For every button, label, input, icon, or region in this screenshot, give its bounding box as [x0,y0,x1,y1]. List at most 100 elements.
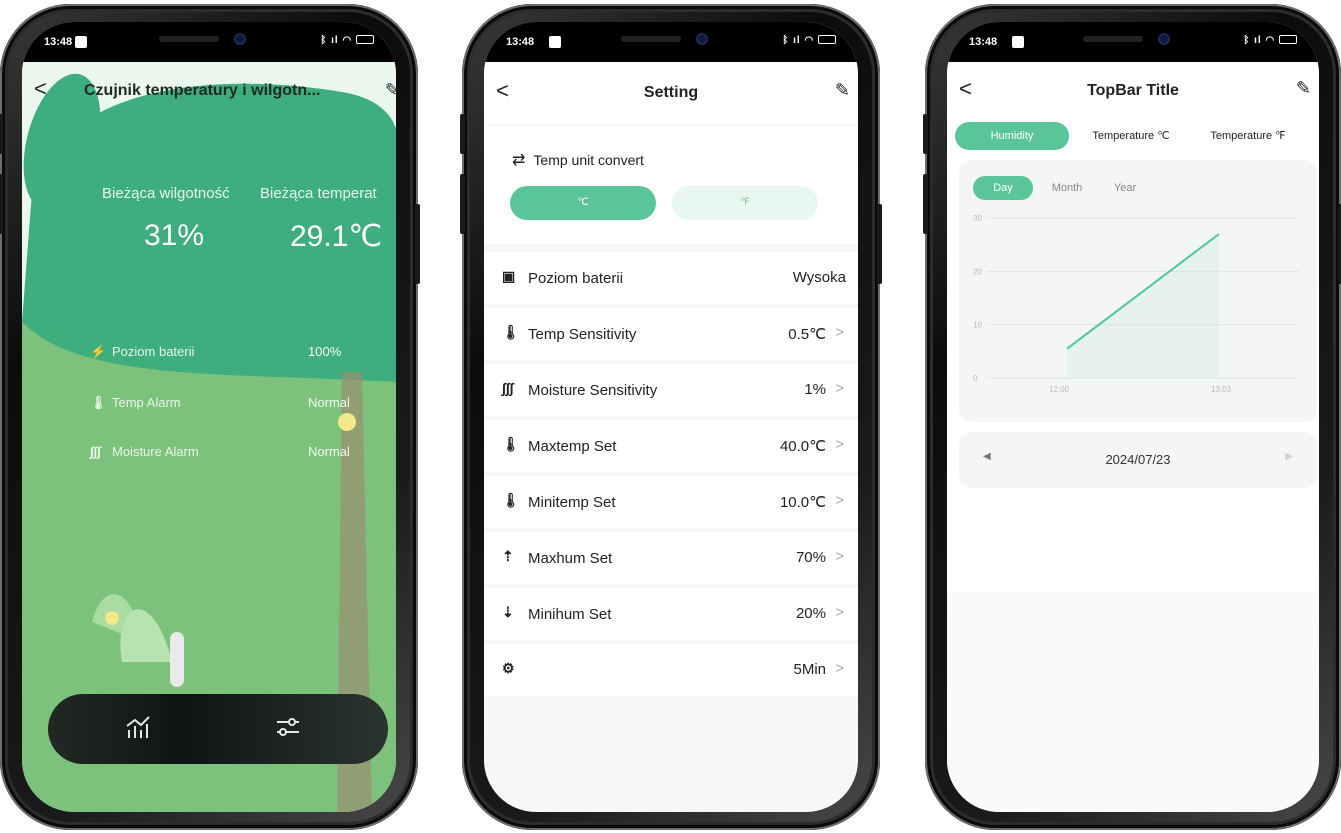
x-tick-label: 12:00 [1049,385,1070,394]
setting-label: Poziom baterii [528,270,624,287]
chevron-right-icon: > [835,660,844,677]
temp-alarm-label: Temp Alarm [112,395,181,410]
next-date-icon[interactable]: ▶ [1285,451,1293,462]
moisture-alarm-label: Moisture Alarm [112,444,199,459]
battery-icon: ▣ [502,268,516,284]
tab-temperature-f[interactable]: Temperature ℉ [1193,122,1303,150]
setting-value: 40.0℃ [779,438,826,455]
series-area [1067,234,1219,378]
period-month[interactable]: Month [1041,176,1093,200]
date-navigator: ◀ 2024/07/23 ▶ [959,432,1317,488]
thermometer-up-icon: 🌡︎ [502,436,520,452]
settings-screen: 13:48 ᛒ ıl ◠ < Setting ✎ ⇄ Temp unit conv… [484,22,858,812]
chevron-right-icon: > [835,324,844,341]
settings-header: < Setting ✎ [484,62,858,124]
chevron-right-icon: > [835,492,844,509]
setting-value: 10.0℃ [779,494,826,511]
status-bar: 13:48 ᛒ ıl ◠ [484,22,858,62]
status-time: 13:48 [969,36,998,48]
period-day[interactable]: Day [973,176,1033,200]
setting-battery: ▣ Poziom baterii Wysoka [484,252,858,304]
temp-alarm-value: Normal [308,395,350,410]
chart-screen: 13:48 ᛒ ıl ◠ < TopBar Title ✎ Humidity T… [947,22,1319,812]
battery-value: 100% [308,344,342,359]
humidity-label: Bieżąca wilgotność [102,185,230,202]
x-tick-label: 13:03 [1211,385,1232,394]
page-title: Czujnik temperatury i wilgotn... [84,82,321,99]
chevron-right-icon: > [835,548,844,565]
moisture-icon: ∫∫∫ [90,444,101,459]
back-icon[interactable]: < [34,76,47,102]
page-title: Setting [643,84,699,101]
page-title: TopBar Title [1087,82,1179,99]
setting-label: Minitemp Set [528,494,616,511]
setting-label: Temp Sensitivity [528,326,637,343]
moisture-icon: ∫∫∫ [502,380,514,396]
convert-icon: ⇄ [512,152,526,169]
status-bar: 13:48 ᛒ ıl ◠ [947,22,1319,62]
thermometer-icon: 🌡︎ [90,395,107,410]
y-tick-label: 20 [973,267,982,276]
temperature-label: Bieżąca temperat [260,185,377,202]
setting-value: 70% [795,549,826,566]
status-bar: 13:48 ᛒ ıl ◠ [22,22,396,62]
battery-icon: ⚡ [90,344,107,359]
setting-value: 5Min [793,661,826,678]
period-year[interactable]: Year [1101,176,1149,200]
humidity-chart: 0 10 20 30 12:00 13:03 [973,214,1299,394]
setting-maxhum[interactable]: ⇡ Maxhum Set 70% > [484,532,858,584]
humidity-down-icon: ⇣ [502,604,514,620]
status-icons: ᛒ ıl ◠ [1243,35,1297,46]
setting-minhum[interactable]: ⇣ Minihum Set 20% > [484,588,858,640]
phone-home: 13:48 ᛒ ıl ◠ < Czujnik temperatury i wil… [0,4,420,830]
unit-convert-card: ⇄ Temp unit convert ℃ ℉ [484,126,858,244]
edit-icon[interactable]: ✎ [385,80,396,101]
chart-card: Day Month Year 0 10 20 30 12:00 13:03 [959,160,1317,422]
setting-temp-sensitivity[interactable]: 🌡︎ Temp Sensitivity 0.5℃ > [484,308,858,360]
home-header: < Czujnik temperatury i wilgotn... ✎ [22,62,396,118]
settings-list: ▣ Poziom baterii Wysoka 🌡︎ Temp Sensitiv… [484,252,858,700]
setting-label: Moisture Sensitivity [528,382,658,399]
celsius-button[interactable]: ℃ [510,186,656,220]
phone-settings: 13:48 ᛒ ıl ◠ < Setting ✎ ⇄ Temp unit conv… [460,4,882,830]
edit-icon[interactable]: ✎ [1296,78,1311,99]
y-tick-label: 0 [973,374,978,383]
battery-label: Poziom baterii [112,344,195,359]
edit-icon[interactable]: ✎ [835,80,850,101]
current-date: 2024/07/23 [1105,452,1171,467]
status-icons: ᛒ ıl ◠ [782,35,836,46]
humidity-value: 31% [144,219,205,252]
humidity-up-icon: ⇡ [502,548,514,564]
status-time: 13:48 [506,36,535,48]
tab-humidity[interactable]: Humidity [955,122,1069,150]
setting-label: Maxhum Set [528,550,613,567]
y-tick-label: 30 [973,214,982,223]
setting-value: 0.5℃ [788,326,826,343]
setting-mintemp[interactable]: 🌡︎ Minitemp Set 10.0℃ > [484,476,858,528]
chart-icon[interactable] [124,714,152,746]
setting-value: 1% [804,381,826,398]
home-screen: 13:48 ᛒ ıl ◠ < Czujnik temperatury i wil… [22,22,396,812]
chevron-right-icon: > [835,380,844,397]
y-tick-label: 10 [973,321,982,330]
setting-moisture-sensitivity[interactable]: ∫∫∫ Moisture Sensitivity 1% > [484,364,858,416]
sliders-icon[interactable] [274,714,302,746]
setting-maxtemp[interactable]: 🌡︎ Maxtemp Set 40.0℃ > [484,420,858,472]
setting-label: Minihum Set [528,606,612,623]
thermometer-down-icon: 🌡︎ [502,492,520,508]
moisture-alarm-value: Normal [308,444,350,459]
unit-convert-label: Temp unit convert [533,152,644,168]
battery-row: ⚡ Poziom baterii 100% [90,344,341,360]
fahrenheit-button[interactable]: ℉ [672,186,818,220]
setting-value: 20% [795,605,826,622]
status-time: 13:48 [44,36,73,48]
setting-interval[interactable]: ⚙ 5Min > [484,644,858,696]
chart-header: < TopBar Title ✎ [947,62,1319,120]
temperature-value: 29.1℃ [290,220,383,253]
bottom-nav [48,694,388,764]
metric-tabs: Humidity Temperature ℃ Temperature ℉ [955,122,1319,152]
tab-temperature-c[interactable]: Temperature ℃ [1079,122,1183,150]
gear-icon: ⚙ [502,660,515,676]
stage: 13:48 ᛒ ıl ◠ < Czujnik temperatury i wil… [0,0,1341,833]
setting-value: Wysoka [792,269,846,286]
